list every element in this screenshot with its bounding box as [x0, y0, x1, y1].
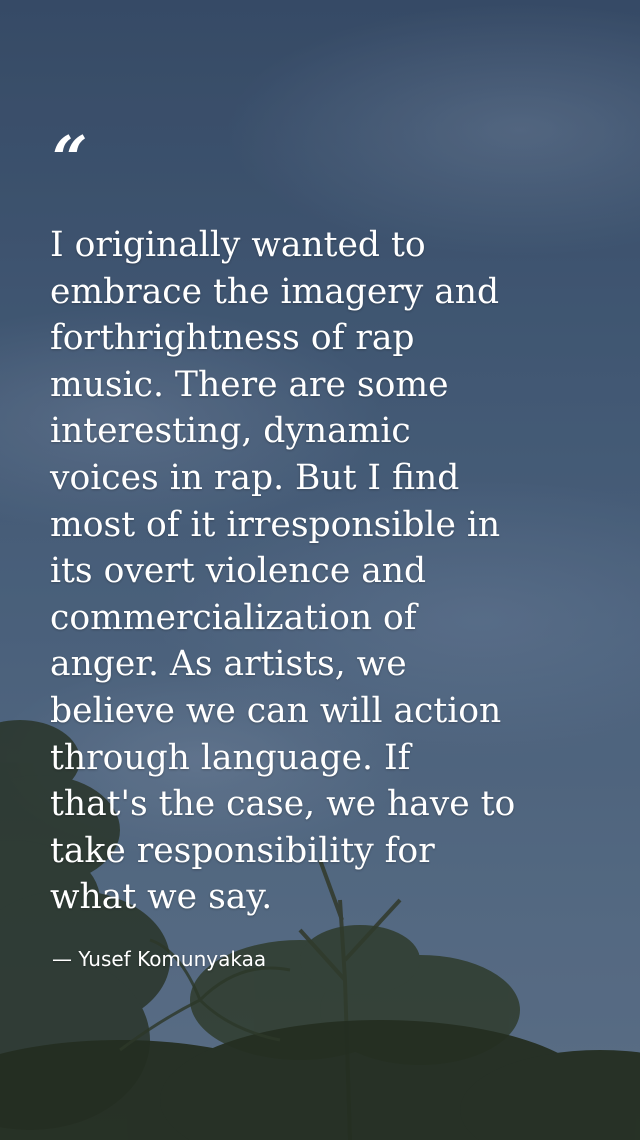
quote-mark-icon: “: [52, 122, 88, 195]
quote-author: — Yusef Komunyakaa: [52, 947, 267, 971]
quote-text: I originally wanted to embrace the image…: [50, 225, 516, 918]
